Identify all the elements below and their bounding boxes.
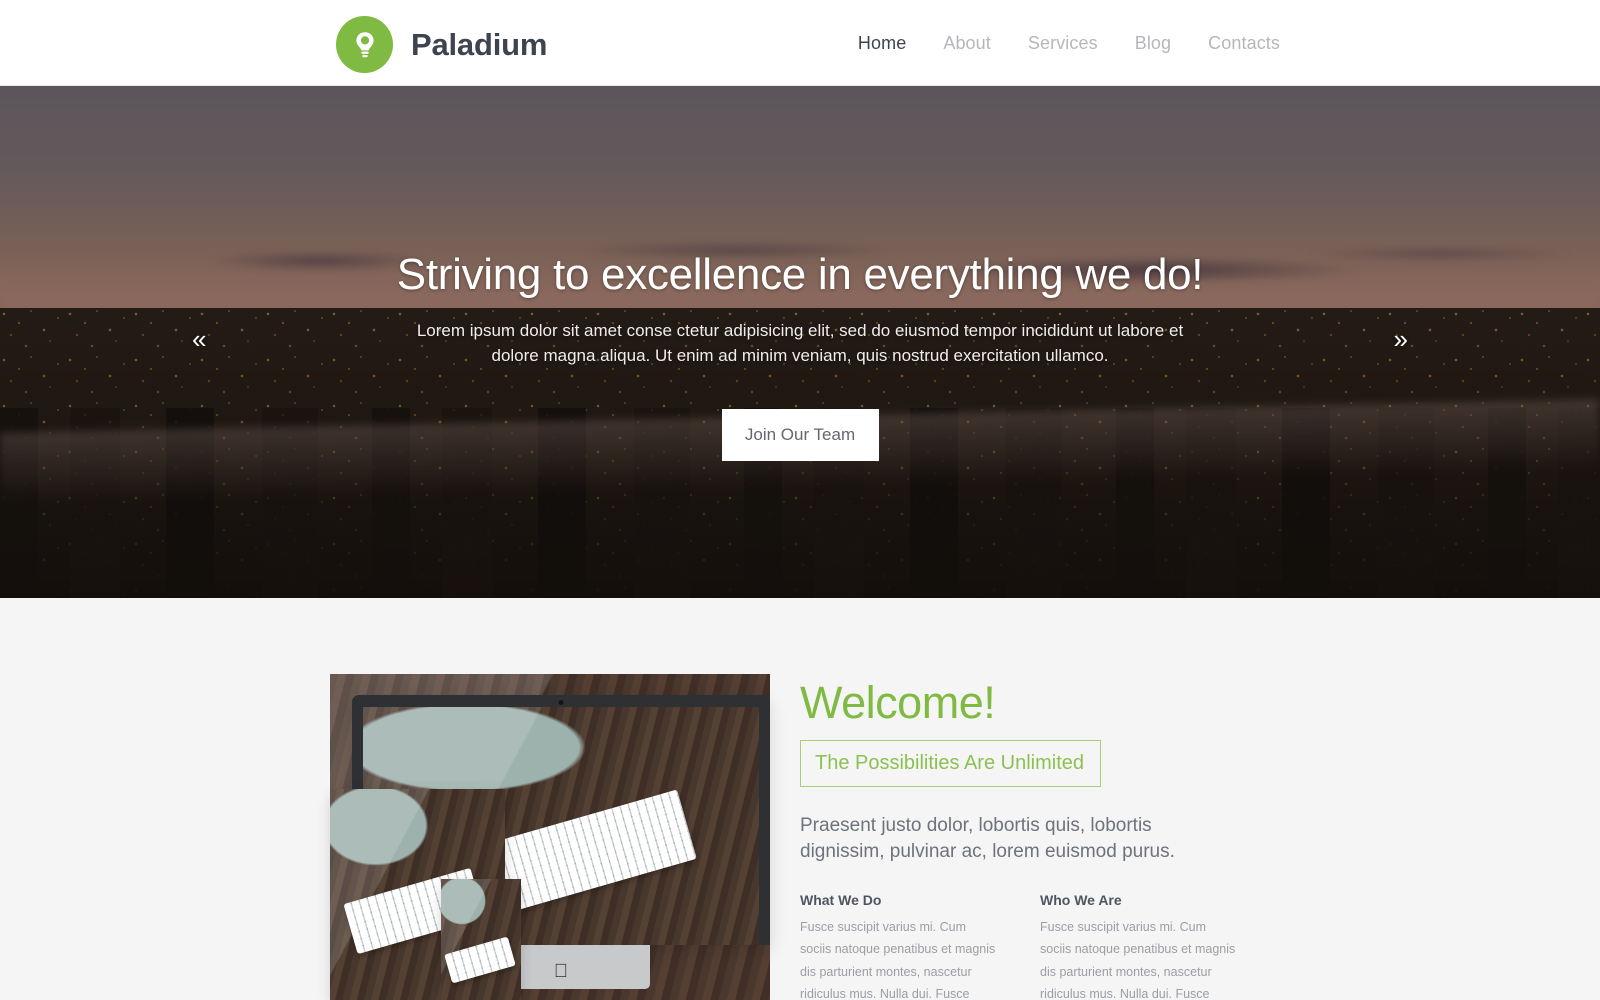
join-our-team-button[interactable]: Join Our Team — [721, 408, 879, 461]
lightbulb-icon — [336, 16, 393, 73]
nav-item-services[interactable]: Services — [1028, 34, 1098, 52]
iphone-device — [441, 879, 521, 1000]
column-text: Fusce suscipit varius mi. Cum sociis nat… — [1040, 920, 1236, 1000]
hero-slider: « » Striving to excellence in everything… — [0, 86, 1600, 598]
column-title: What We Do — [800, 892, 882, 909]
site-header: Paladium Home About Services Blog Contac… — [0, 0, 1600, 86]
brand-name: Paladium — [411, 27, 548, 62]
imac-camera-icon — [558, 700, 564, 705]
column-what-we-do: What We Do Fusce suscipit varius mi. Cum… — [800, 892, 1000, 1000]
iphone-screen — [441, 879, 521, 1000]
chevron-left-icon[interactable]: « — [186, 320, 212, 358]
welcome-copy: Welcome! The Possibilities Are Unlimited… — [800, 674, 1270, 1000]
tagline-box: The Possibilities Are Unlimited — [800, 740, 1101, 787]
column-text: Fusce suscipit varius mi. Cum sociis nat… — [800, 920, 996, 1000]
nav-item-home[interactable]: Home — [858, 34, 906, 52]
brand-logo-link[interactable]: Paladium — [336, 16, 547, 73]
devices-image:  — [330, 674, 770, 1000]
apple-logo-icon:  — [554, 962, 568, 981]
chevron-right-icon[interactable]: » — [1388, 320, 1414, 358]
nav-item-about[interactable]: About — [943, 34, 991, 52]
welcome-paragraph: Praesent justo dolor, lobortis quis, lob… — [800, 815, 1175, 862]
welcome-heading: Welcome! — [800, 677, 996, 728]
welcome-section:  Welcome! The — [0, 598, 1600, 1000]
column-title: Who We Are — [1040, 892, 1122, 909]
hero-title: Striving to excellence in everything we … — [396, 250, 1204, 299]
nav-item-blog[interactable]: Blog — [1135, 34, 1171, 52]
column-who-we-are: Who We Are Fusce suscipit varius mi. Cum… — [1040, 892, 1240, 1000]
main-navigation: Home About Services Blog Contacts — [858, 34, 1280, 52]
hero-subtitle: Lorem ipsum dolor sit amet conse ctetur … — [416, 321, 1184, 366]
nav-item-contacts[interactable]: Contacts — [1208, 34, 1280, 52]
hero-content: Striving to excellence in everything we … — [0, 86, 1600, 598]
tagline-text: The Possibilities Are Unlimited — [815, 752, 1084, 774]
welcome-columns: What We Do Fusce suscipit varius mi. Cum… — [800, 892, 1270, 1000]
